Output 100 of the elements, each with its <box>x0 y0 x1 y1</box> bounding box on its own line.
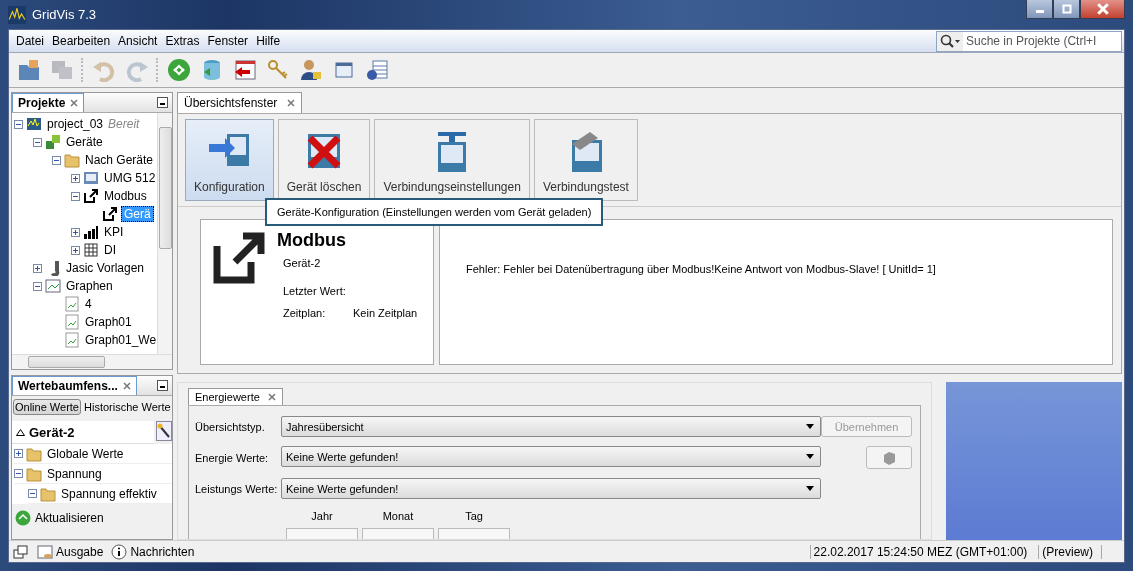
icon-button[interactable] <box>866 446 912 469</box>
magic-wand-icon <box>156 421 172 441</box>
tree-item[interactable]: 4 <box>83 297 94 311</box>
windows-icon <box>13 543 29 560</box>
tree-item[interactable]: Spannung <box>45 466 104 481</box>
input-field[interactable] <box>286 528 358 539</box>
graph-icon <box>45 278 61 294</box>
app-logo-icon <box>8 5 26 24</box>
maximize-icon <box>1061 4 1072 14</box>
tree-item[interactable]: Globale Werte <box>45 446 126 461</box>
chart-icon <box>83 224 99 240</box>
date-time: 22.02.2017 15:24:50 MEZ (GMT+01:00) <box>809 544 1031 559</box>
maximize-button[interactable] <box>1053 0 1080 19</box>
menu-item[interactable]: Hilfe <box>252 34 285 48</box>
external-link-icon <box>211 230 267 286</box>
field-label: Leistungs Werte: <box>195 481 279 497</box>
action-button[interactable]: Gerät löschen <box>277 119 371 201</box>
field-label: Zeitplan: <box>283 307 327 319</box>
close-icon <box>1096 3 1109 15</box>
tab[interactable]: Energiewerte <box>188 388 283 405</box>
tab[interactable]: Online Werte <box>13 399 81 415</box>
horizontal-scrollbar[interactable] <box>12 354 172 369</box>
column-header[interactable]: Gerät-2 <box>12 421 154 444</box>
menu-item[interactable]: Datei <box>12 34 48 48</box>
header-text: Gerät-2 <box>29 424 75 440</box>
action-button[interactable]: Verbindungseinstellungen <box>374 119 530 201</box>
input-field[interactable] <box>438 528 510 539</box>
field-label: Übersichtstyp. <box>195 419 266 435</box>
field-label: Letzter Wert: <box>283 285 347 297</box>
menu-item[interactable]: Bearbeiten <box>48 34 115 48</box>
caret-icon <box>806 424 814 429</box>
menu-item[interactable]: Extras <box>161 34 204 48</box>
action-button[interactable]: Konfiguration <box>185 119 274 201</box>
close-icon <box>267 393 276 401</box>
menu-item[interactable]: Ansicht <box>114 34 162 48</box>
input-field[interactable] <box>362 528 434 539</box>
field-label: Energie Werte: <box>195 450 270 466</box>
mode-text: (Preview) <box>1038 544 1102 559</box>
field-value: Kein Zeitplan <box>353 307 418 319</box>
error-message: Fehler: Fehler bei Datenübertragung über Modbus!Keine Antwort von Modbus-Slave! [ UnitId= 1] <box>466 263 936 275</box>
tree-item[interactable]: DI <box>102 243 118 257</box>
minimize-icon <box>157 97 168 108</box>
graph-document-icon <box>64 332 80 348</box>
vertical-scrollbar[interactable] <box>157 113 172 354</box>
info-icon <box>111 543 128 560</box>
status-button[interactable]: Nachrichten <box>111 543 195 560</box>
tree-item[interactable]: Spannung effektiv <box>59 486 159 501</box>
search-field[interactable]: Suche in Projekte (Ctrl+I <box>936 30 1122 52</box>
tree-item[interactable]: UMG 512 <box>102 171 157 185</box>
window-title: GridVis 7.3 <box>32 7 98 22</box>
tree-item[interactable]: KPI <box>102 225 126 239</box>
dropdown[interactable]: Keine Werte gefunden! <box>281 478 821 499</box>
tree-item[interactable]: Graph01 <box>83 315 134 329</box>
menu-item[interactable]: Fenster <box>203 34 253 48</box>
output-window-icon <box>37 543 53 560</box>
folder-icon <box>64 152 80 168</box>
close-icon <box>287 99 296 107</box>
grid-icon <box>83 242 99 258</box>
folder-icon <box>26 465 42 482</box>
panel-tab[interactable]: Projekte <box>12 93 85 112</box>
folder-icon <box>17 58 41 82</box>
column-label: Jahr <box>311 510 333 522</box>
graph-document-icon <box>64 314 80 330</box>
dropdown[interactable]: Keine Werte gefunden! <box>281 446 821 467</box>
status-button[interactable]: Ausgabe <box>37 543 104 560</box>
floppy-disks-icon <box>50 58 74 82</box>
search-icon <box>937 31 963 51</box>
tree-item[interactable]: Graphen <box>64 279 115 293</box>
tab[interactable]: Historische Werte <box>82 399 173 415</box>
tree-item[interactable]: Modbus <box>102 189 149 203</box>
tooltip: Geräte-Konfiguration (Einstellungen werden vom Gerät geladen) <box>265 198 604 226</box>
close-button[interactable] <box>1080 0 1125 19</box>
status-text: Bereit <box>108 117 140 131</box>
cube-icon <box>881 449 897 466</box>
refresh-button[interactable]: Aktualisieren <box>15 510 172 526</box>
dropdown[interactable]: Jahresübersicht <box>281 416 821 437</box>
external-link-icon <box>102 206 118 222</box>
tree-item[interactable]: Graph01_We <box>83 333 157 347</box>
minimize-button[interactable] <box>1026 0 1053 19</box>
minimize-icon <box>157 380 168 391</box>
column-label: Tag <box>465 510 483 522</box>
tree-item[interactable]: Jasic Vorlagen <box>64 261 147 275</box>
tree-item[interactable]: Nach Geräte <box>83 153 156 167</box>
tree-item[interactable]: project_03 <box>45 117 106 131</box>
tab[interactable]: Übersichtsfenster <box>177 92 303 113</box>
user-lock-icon <box>299 58 323 82</box>
caret-icon <box>806 454 814 459</box>
folder-icon <box>26 445 42 462</box>
project-icon <box>26 116 42 132</box>
folder-icon <box>40 485 56 502</box>
graph-document-icon <box>64 296 80 312</box>
device-subtitle: Gerät-2 <box>283 257 322 269</box>
sort-icon <box>16 428 25 436</box>
close-icon <box>70 99 79 107</box>
panel-tab[interactable]: Wertebaumfens... <box>12 376 137 395</box>
table-icon <box>365 58 389 82</box>
action-button[interactable]: Verbindungstest <box>533 119 638 201</box>
column-label: Monat <box>382 510 414 522</box>
tree-item[interactable]: Geräte <box>64 135 105 149</box>
monitor-icon <box>83 170 99 186</box>
